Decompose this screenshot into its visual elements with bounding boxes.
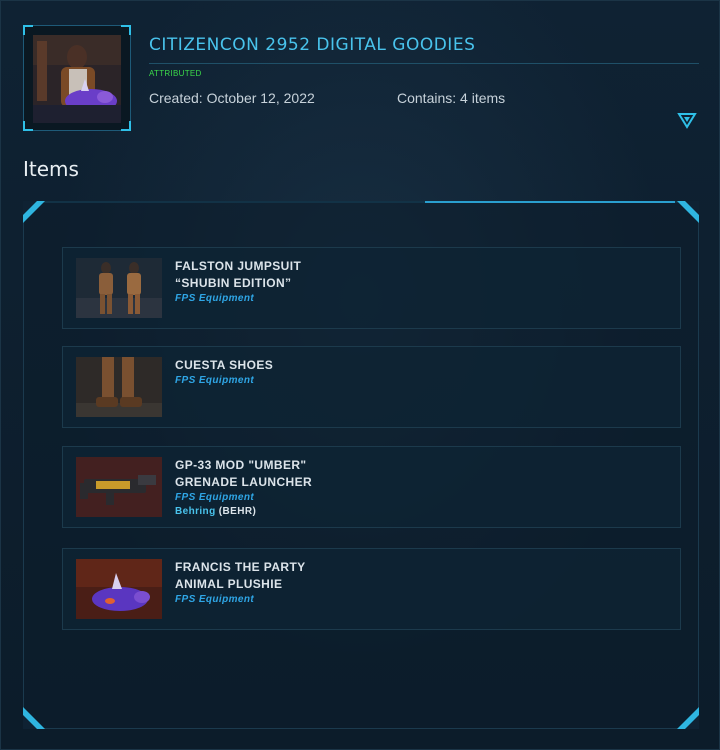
pledge-image (33, 35, 121, 123)
item-category: FPS Equipment (175, 492, 255, 503)
item-category: FPS Equipment (175, 375, 255, 386)
item-name-line: ANIMAL PLUSHIE (175, 577, 283, 591)
pledge-title: CITIZENCON 2952 DIGITAL GOODIES (149, 35, 476, 55)
list-item[interactable]: FALSTON JUMPSUIT “SHUBIN EDITION” FPS Eq… (62, 247, 681, 329)
panel-top-accent (425, 201, 675, 203)
panel-corner (23, 201, 37, 215)
status-badge: ATTRIBUTED (149, 69, 202, 78)
manufacturer-name[interactable]: Behring (175, 506, 216, 517)
item-name: FALSTON JUMPSUIT “SHUBIN EDITION” FPS Eq… (175, 258, 475, 306)
item-count: Contains: 4 items (397, 90, 506, 106)
frame-corner (121, 25, 131, 35)
item-name-line: CUESTA SHOES (175, 358, 274, 372)
pledge-thumbnail (23, 25, 131, 131)
item-name: FRANCIS THE PARTY ANIMAL PLUSHIE FPS Equ… (175, 559, 475, 607)
frame-corner (23, 25, 33, 35)
item-category: FPS Equipment (175, 293, 255, 304)
section-heading: Items (23, 157, 79, 181)
list-item[interactable]: CUESTA SHOES FPS Equipment (62, 346, 681, 428)
triangle-down-icon[interactable] (677, 112, 697, 130)
item-image (76, 559, 162, 619)
item-category: FPS Equipment (175, 594, 255, 605)
item-name-line: “SHUBIN EDITION” (175, 276, 292, 290)
item-name-line: FRANCIS THE PARTY (175, 560, 306, 574)
list-item[interactable]: FRANCIS THE PARTY ANIMAL PLUSHIE FPS Equ… (62, 548, 681, 630)
frame-corner (23, 121, 33, 131)
panel-corner (685, 715, 699, 729)
panel-corner (23, 715, 37, 729)
item-name: CUESTA SHOES FPS Equipment (175, 357, 475, 388)
list-item[interactable]: GP-33 MOD "UMBER" GRENADE LAUNCHER FPS E… (62, 446, 681, 528)
item-image (76, 258, 162, 318)
pledge-page: CITIZENCON 2952 DIGITAL GOODIES ATTRIBUT… (0, 0, 720, 750)
item-name-line: GRENADE LAUNCHER (175, 475, 313, 489)
item-name-line: FALSTON JUMPSUIT (175, 259, 302, 273)
frame-corner (121, 121, 131, 131)
created-date: Created: October 12, 2022 (149, 90, 315, 106)
item-image (76, 457, 162, 517)
title-divider (149, 63, 699, 64)
item-name: GP-33 MOD "UMBER" GRENADE LAUNCHER FPS E… (175, 457, 475, 519)
manufacturer-code: (BEHR) (218, 506, 257, 517)
item-name-line: GP-33 MOD "UMBER" (175, 458, 307, 472)
item-manufacturer: Behring (BEHR) (175, 505, 475, 519)
item-image (76, 357, 162, 417)
panel-corner (685, 201, 699, 215)
